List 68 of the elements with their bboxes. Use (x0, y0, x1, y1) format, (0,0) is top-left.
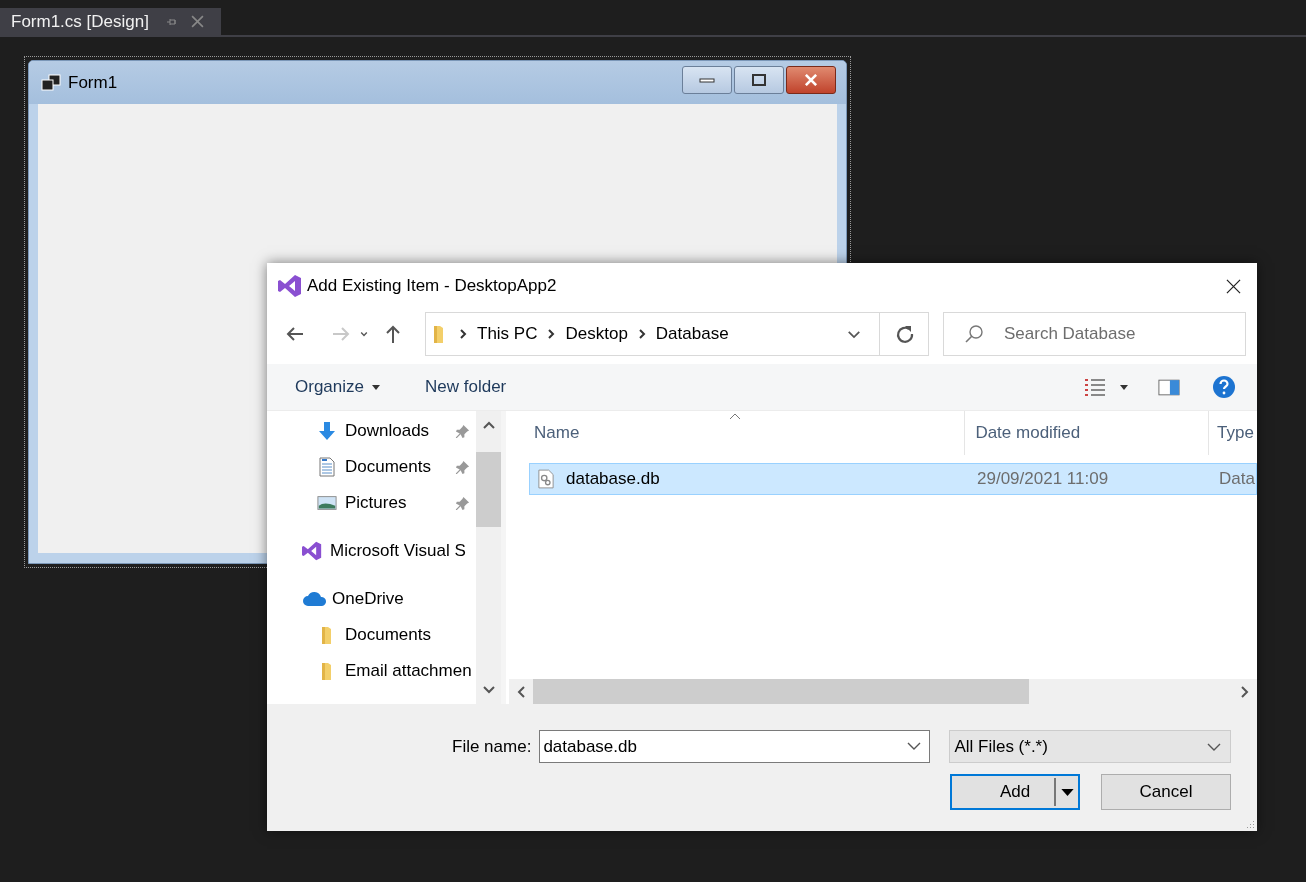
folder-icon (433, 324, 445, 344)
dialog-button[interactable]: Cancel (1101, 774, 1231, 810)
chevron-up-icon[interactable] (482, 421, 495, 429)
file-type-dropdown[interactable]: All Files (*.*) (949, 730, 1232, 763)
file-type: Data (1218, 469, 1255, 489)
file-name-label: File name: (452, 736, 532, 757)
chevron-down-icon[interactable] (847, 329, 861, 339)
help-icon[interactable] (1212, 375, 1236, 399)
refresh-icon (894, 324, 914, 344)
breadcrumb-item[interactable]: Database (655, 324, 729, 344)
nav-item[interactable]: Email attachmen (345, 661, 472, 681)
caret-icon (372, 384, 380, 390)
close-button[interactable] (786, 65, 836, 94)
nav-item[interactable]: OneDrive (332, 589, 404, 609)
chevron-right-icon (637, 328, 646, 340)
organize-button[interactable]: Organize (295, 373, 380, 401)
close-icon (803, 73, 819, 86)
chevron-left-icon[interactable] (517, 685, 525, 698)
date-modified: 29/09/2021 11:09 (976, 469, 1110, 489)
folder-icon (321, 661, 333, 681)
dropdown-arrow-icon (1060, 788, 1074, 796)
scroll-thumb[interactable] (533, 679, 1029, 704)
pictures-icon (317, 493, 337, 513)
chevron-right-icon (547, 328, 556, 340)
new-folder-button[interactable]: New folder (425, 373, 507, 401)
visual-studio-icon (302, 541, 322, 561)
form-icon (41, 73, 61, 92)
breadcrumb-item[interactable]: This PC (477, 324, 538, 344)
column-header[interactable]: Type (1209, 411, 1257, 455)
nav-item[interactable]: Pictures (345, 493, 407, 513)
vertical-scrollbar[interactable] (476, 411, 501, 704)
chevron-down-icon[interactable] (907, 742, 922, 750)
chevron-down-icon[interactable] (482, 686, 495, 694)
file-name: database.db (566, 469, 660, 489)
maximize-button[interactable] (734, 65, 784, 94)
search-field[interactable]: Search Database (943, 312, 1246, 356)
close-icon[interactable] (1226, 278, 1241, 294)
nav-item[interactable]: Downloads (345, 421, 430, 441)
maximize-icon (751, 73, 767, 86)
resize-grip-icon[interactable] (1245, 819, 1255, 829)
file-row[interactable]: database.db 29/09/2021 11:09 Data (529, 463, 1257, 495)
dialog-button[interactable]: Add (950, 774, 1080, 810)
form-title: Form1 (68, 72, 118, 93)
nav-item[interactable]: Microsoft Visual S (330, 541, 466, 561)
settings-file-icon (538, 469, 554, 489)
scroll-thumb[interactable] (476, 452, 501, 527)
document-icon (317, 457, 337, 477)
address-bar[interactable]: This PC Desktop Database (425, 312, 929, 356)
cloud-icon (302, 591, 328, 607)
breadcrumb-item[interactable]: Desktop (565, 324, 628, 344)
chevron-right-icon[interactable] (1241, 685, 1249, 698)
column-header[interactable]: Date modified (965, 411, 1210, 455)
search-icon (964, 324, 984, 344)
caret-icon[interactable] (1120, 384, 1128, 390)
nav-item[interactable]: Documents (345, 457, 431, 477)
visual-studio-icon (278, 274, 302, 298)
down-arrow-icon (317, 421, 337, 441)
folder-icon (321, 625, 333, 645)
details-view-icon[interactable] (1083, 377, 1107, 397)
column-header[interactable]: Name (506, 411, 966, 455)
chevron-down-icon (1207, 742, 1222, 751)
nav-item[interactable]: Documents (345, 625, 431, 645)
chevron-right-icon (459, 328, 467, 340)
preview-pane-icon[interactable] (1158, 378, 1180, 396)
dialog-title: Add Existing Item - DesktopApp2 (307, 276, 557, 296)
file-name-field[interactable]: database.db (539, 730, 931, 763)
horizontal-scrollbar[interactable] (509, 679, 1257, 704)
sort-caret-icon (729, 413, 742, 419)
